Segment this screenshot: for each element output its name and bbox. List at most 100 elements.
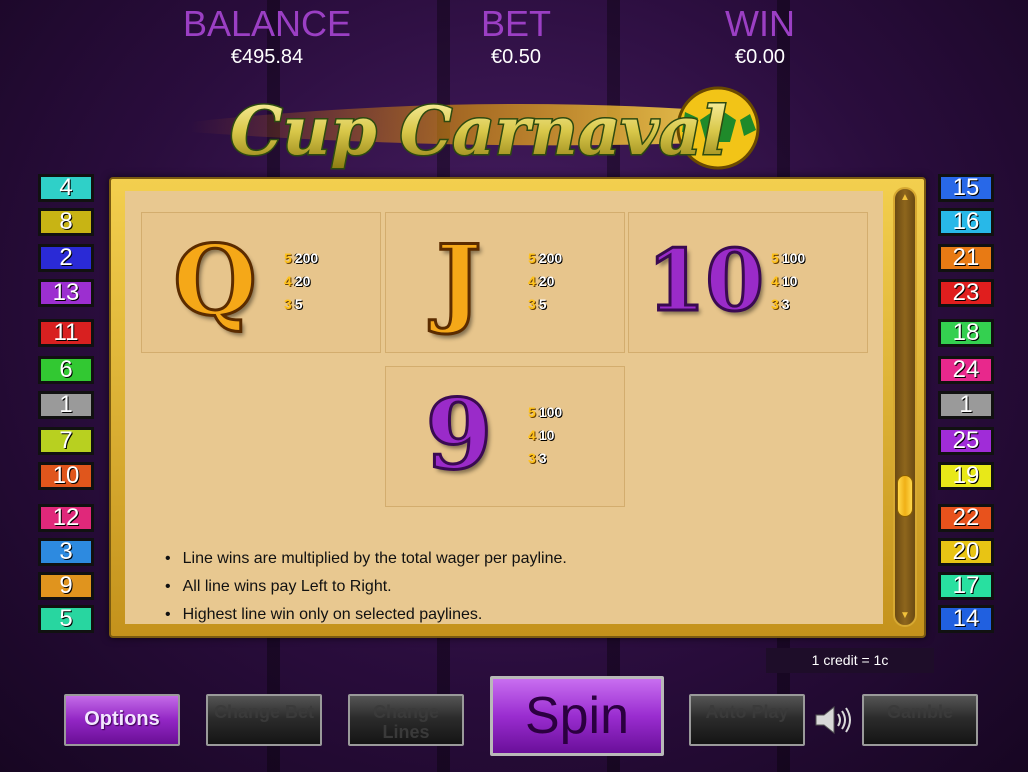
speaker-icon[interactable]	[814, 703, 852, 737]
change-lines-button[interactable]: Change Lines	[348, 694, 464, 746]
pay-row: 5 200	[284, 247, 318, 270]
payline-badge-left-7[interactable]: 7	[38, 427, 94, 455]
payline-badge-left-1[interactable]: 1	[38, 391, 94, 419]
balance-value: €495.84	[230, 46, 304, 68]
balance-display: BALANCE €495.84	[167, 4, 367, 69]
symbol-j-icon: J	[435, 223, 483, 339]
pay-amount: 200	[294, 250, 319, 266]
pay-row: 5 100	[528, 401, 562, 424]
pay-row: 5 100	[771, 247, 805, 270]
paytable-rules: Line wins are multiplied by the total wa…	[165, 545, 567, 624]
pay-count: 5	[284, 250, 292, 266]
pay-count: 4	[528, 427, 536, 443]
pay-count: 3	[528, 450, 536, 466]
payline-badge-right-18[interactable]: 18	[938, 319, 994, 347]
pay-count: 3	[528, 296, 536, 312]
pay-count: 5	[528, 404, 536, 420]
symbol-j-pays: 5 200 4 20 35	[528, 247, 562, 316]
payline-badge-left-8[interactable]: 8	[38, 208, 94, 236]
pay-row: 5 200	[528, 247, 562, 270]
balance-label: BALANCE	[182, 3, 352, 44]
credit-info: 1 credit = 1c	[766, 648, 934, 673]
win-label: WIN	[725, 3, 795, 44]
arrow-up-icon[interactable]: ▲	[898, 193, 912, 203]
paytable-symbol-9: 9 5 100 4 10 33	[385, 366, 625, 507]
rule-item: Highest line win only on selected paylin…	[165, 601, 567, 624]
bet-label: BET	[480, 3, 551, 44]
pay-amount: 3	[781, 296, 790, 312]
pay-amount: 20	[538, 273, 555, 289]
pay-amount: 5	[538, 296, 547, 312]
payline-badge-left-6[interactable]: 6	[38, 356, 94, 384]
pay-amount: 5	[294, 296, 303, 312]
paytable-content: Q 5 200 4 20 35 J 5 200 4 20 35 10 5 100 4 10 …	[125, 191, 883, 624]
payline-badge-left-5[interactable]: 5	[38, 605, 94, 633]
payline-badge-right-19[interactable]: 19	[938, 462, 994, 490]
pay-row: 4 20	[528, 270, 562, 293]
payline-badge-right-21[interactable]: 21	[938, 244, 994, 272]
payline-badge-right-25[interactable]: 25	[938, 427, 994, 455]
bet-display: BET €0.50	[416, 4, 616, 69]
win-value: €0.00	[734, 46, 786, 68]
gamble-button[interactable]: Gamble	[862, 694, 978, 746]
symbol-9-icon: 9	[424, 377, 494, 493]
payline-badge-right-23[interactable]: 23	[938, 279, 994, 307]
pay-count: 4	[284, 273, 292, 289]
pay-count: 3	[284, 296, 292, 312]
payline-badge-right-22[interactable]: 22	[938, 504, 994, 532]
symbol-10-icon: 10	[646, 230, 766, 332]
pay-row: 4 10	[528, 424, 562, 447]
spin-button[interactable]: Spin	[490, 676, 664, 756]
symbol-9-pays: 5 100 4 10 33	[528, 401, 562, 470]
pay-row: 4 10	[771, 270, 805, 293]
auto-play-button[interactable]: Auto Play	[689, 694, 805, 746]
pay-row: 33	[771, 293, 805, 316]
arrow-down-icon[interactable]: ▼	[898, 611, 912, 621]
payline-badge-left-4[interactable]: 4	[38, 174, 94, 202]
logo-text: Cup Carnaval	[230, 92, 727, 170]
payline-badge-right-20[interactable]: 20	[938, 538, 994, 566]
pay-amount: 10	[781, 273, 798, 289]
payline-badge-left-2[interactable]: 2	[38, 244, 94, 272]
pay-row: 35	[284, 293, 318, 316]
pay-row: 35	[528, 293, 562, 316]
options-button[interactable]: Options	[64, 694, 180, 746]
win-display: WIN €0.00	[660, 4, 860, 69]
pay-amount: 3	[538, 450, 547, 466]
pay-count: 4	[528, 273, 536, 289]
pay-amount: 10	[538, 427, 555, 443]
pay-row: 4 20	[284, 270, 318, 293]
paytable-panel: Q 5 200 4 20 35 J 5 200 4 20 35 10 5 100 4 10 …	[109, 177, 926, 638]
payline-badge-right-17[interactable]: 17	[938, 572, 994, 600]
pay-amount: 20	[294, 273, 311, 289]
pay-count: 3	[771, 296, 779, 312]
paytable-symbol-q: Q 5 200 4 20 35	[141, 212, 381, 353]
payline-badge-right-1[interactable]: 1	[938, 391, 994, 419]
pay-count: 5	[771, 250, 779, 266]
payline-badge-right-24[interactable]: 24	[938, 356, 994, 384]
payline-badge-left-3[interactable]: 3	[38, 538, 94, 566]
payline-badge-left-9[interactable]: 9	[38, 572, 94, 600]
payline-badge-left-12[interactable]: 12	[38, 504, 94, 532]
payline-badge-left-11[interactable]: 11	[38, 319, 94, 347]
symbol-q-pays: 5 200 4 20 35	[284, 247, 318, 316]
payline-badge-right-16[interactable]: 16	[938, 208, 994, 236]
payline-badge-left-13[interactable]: 13	[38, 279, 94, 307]
pay-count: 5	[528, 250, 536, 266]
payline-badge-right-14[interactable]: 14	[938, 605, 994, 633]
change-bet-button[interactable]: Change Bet	[206, 694, 322, 746]
paytable-symbol-10: 10 5 100 4 10 33	[628, 212, 868, 353]
paytable-scrollbar[interactable]: ▲ ▼	[893, 187, 917, 627]
pay-row: 33	[528, 447, 562, 470]
pay-amount: 100	[781, 250, 806, 266]
payline-badge-right-15[interactable]: 15	[938, 174, 994, 202]
pay-amount: 100	[538, 404, 563, 420]
paytable-symbol-j: J 5 200 4 20 35	[385, 212, 625, 353]
pay-amount: 200	[538, 250, 563, 266]
game-logo: Cup Carnaval	[190, 86, 760, 172]
scroll-thumb[interactable]	[897, 475, 913, 517]
symbol-10-pays: 5 100 4 10 33	[771, 247, 805, 316]
symbol-q-icon: Q	[172, 223, 259, 339]
bet-value: €0.50	[490, 46, 542, 68]
payline-badge-left-10[interactable]: 10	[38, 462, 94, 490]
